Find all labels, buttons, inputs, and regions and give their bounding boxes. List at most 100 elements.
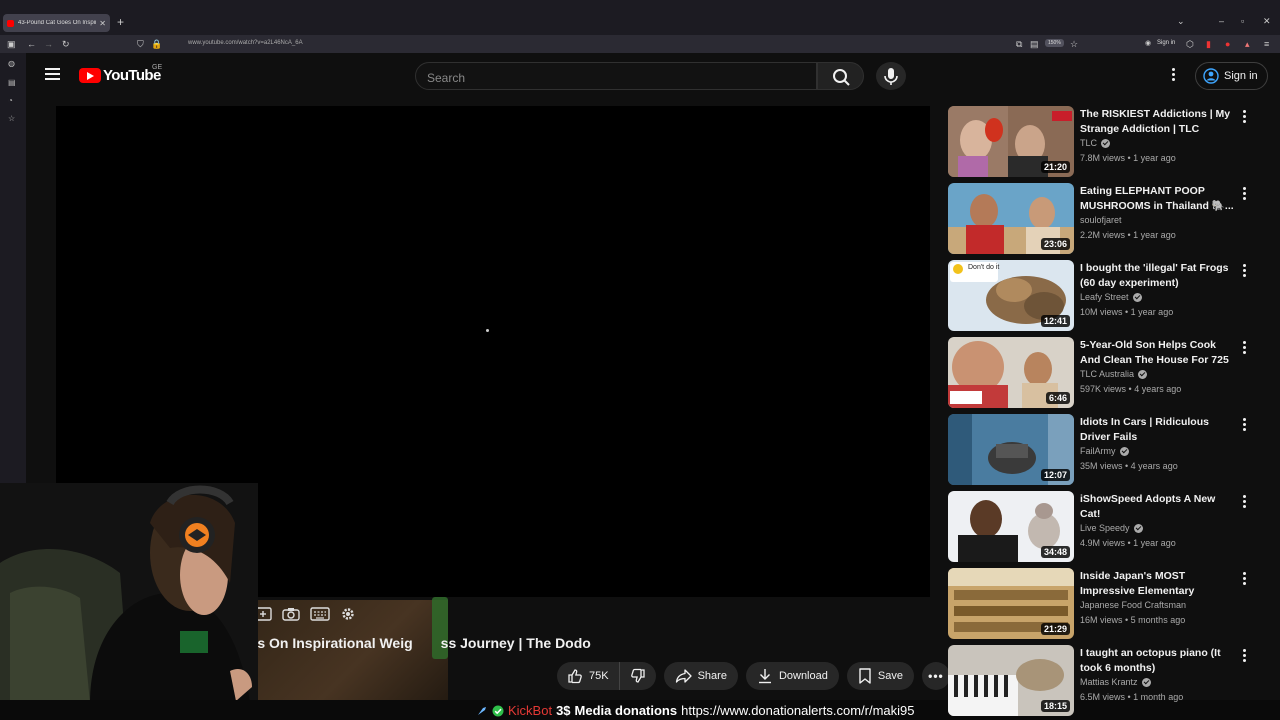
more-options-icon[interactable] [1241,495,1247,509]
upload-age: 1 year ago [1133,153,1176,163]
video-thumbnail[interactable]: 18:15 [948,645,1074,716]
webcam-image [0,483,258,703]
related-video-card[interactable]: 18:15 I taught an octopus piano (It took… [948,645,1258,717]
close-window-icon[interactable]: ✕ [1263,16,1271,27]
video-title[interactable]: Inside Japan's MOST Impressive Elementar… [1080,569,1236,599]
video-title[interactable]: I taught an octopus piano (It took 6 mon… [1080,646,1236,676]
video-thumbnail[interactable]: 21:20 [948,106,1074,177]
bookmarks-icon[interactable]: ☆ [8,114,15,123]
tab-list-icon[interactable]: ⌄ [1177,16,1185,27]
more-options-icon[interactable] [1241,110,1247,124]
related-video-card[interactable]: 23:06 Eating ELEPHANT POOP MUSHROOMS in … [948,183,1258,255]
channel-name[interactable]: Leafy Street [1080,292,1142,302]
like-button[interactable]: 75K [557,662,620,690]
related-video-card[interactable]: 21:20 The RISKIEST Addictions | My Stran… [948,106,1258,178]
browser-menu-icon[interactable]: ≡ [1264,38,1269,50]
channel-name[interactable]: TLC [1080,138,1111,148]
more-options-icon[interactable] [1241,264,1247,278]
check-badge-icon [492,705,504,716]
more-options-icon[interactable] [1241,341,1247,355]
video-title[interactable]: Idiots In Cars | Ridiculous Driver Fails [1080,415,1236,445]
browser-tab[interactable]: 43-Pound Cat Goes On Inspira ✕ [3,14,110,32]
zoom-level[interactable]: 150% [1045,39,1064,47]
pip-icon[interactable]: ⧉ [1016,38,1022,50]
video-thumbnail[interactable]: 12:07 [948,414,1074,485]
video-title[interactable]: The RISKIEST Addictions | My Strange Add… [1080,107,1236,137]
thumbs-down-icon [630,668,645,683]
video-thumbnail[interactable]: Don't do it 12:41 [948,260,1074,331]
guide-menu-icon[interactable] [45,68,60,80]
search-input[interactable] [427,71,797,85]
more-options-icon[interactable] [1241,572,1247,586]
video-thumbnail[interactable]: 23:06 [948,183,1074,254]
share-button[interactable]: Share [663,662,738,690]
channel-name[interactable]: FailArmy [1080,446,1129,456]
channel-name[interactable]: soulofjaret [1080,215,1122,225]
video-title[interactable]: iShowSpeed Adopts A New Cat! [1080,492,1236,522]
channel-name[interactable]: TLC Australia [1080,369,1148,379]
video-meta: 35M views • 4 years ago [1080,461,1178,471]
rocket-icon [478,706,486,715]
forward-icon[interactable]: → [44,38,53,50]
back-icon[interactable]: ← [27,38,36,50]
channel-name[interactable]: Live Speedy [1080,523,1143,533]
extension-red-icon[interactable]: ▮ [1206,38,1211,50]
close-tab-icon[interactable]: ✕ [99,19,106,28]
video-thumbnail[interactable]: 34:48 [948,491,1074,562]
related-video-card[interactable]: 12:07 Idiots In Cars | Ridiculous Driver… [948,414,1258,486]
video-duration: 23:06 [1040,238,1070,250]
history-icon[interactable]: ◔ [8,96,13,105]
related-video-card[interactable]: 6:46 5-Year-Old Son Helps Cook And Clean… [948,337,1258,409]
more-options-icon[interactable] [1241,187,1247,201]
like-dislike-group: 75K [557,662,656,690]
minimize-icon[interactable]: – [1219,16,1224,26]
related-video-card[interactable]: 34:48 iShowSpeed Adopts A New Cat! Live … [948,491,1258,563]
voice-search-button[interactable] [876,62,906,90]
more-options-icon[interactable] [1241,649,1247,663]
tabs-icon[interactable]: ▤ [8,78,16,87]
gear-icon[interactable] [340,606,356,622]
related-video-card[interactable]: 21:29 Inside Japan's MOST Impressive Ele… [948,568,1258,640]
youtube-logo[interactable]: YouTube GE [79,64,162,84]
reload-icon[interactable]: ↻ [62,38,70,50]
lock-icon: 🔒 [151,39,163,49]
more-options-icon[interactable] [1241,418,1247,432]
screenshot-camera-icon[interactable] [282,606,300,622]
save-button[interactable]: Save [846,662,914,690]
shield-icon[interactable]: ⛉ [137,38,144,50]
dislike-button[interactable] [620,662,656,690]
maximize-icon[interactable]: ▫ [1241,16,1244,26]
channel-name[interactable]: Japanese Food Craftsman [1080,600,1186,610]
donation-link[interactable]: https://www.donationalerts.com/r/maki95 [681,703,914,718]
video-thumbnail[interactable]: 6:46 [948,337,1074,408]
view-count: 597K views [1080,384,1127,394]
new-tab-icon[interactable]: + [117,15,124,29]
settings-more-icon[interactable] [1169,68,1177,83]
channel-name[interactable]: Mattias Krantz [1080,677,1151,687]
extensions-icon[interactable]: ⬡ [1186,38,1194,50]
video-title[interactable]: I bought the 'illegal' Fat Frogs (60 day… [1080,261,1236,291]
video-title[interactable]: Eating ELEPHANT POOP MUSHROOMS in Thaila… [1080,184,1236,214]
video-title[interactable]: 5-Year-Old Son Helps Cook And Clean The … [1080,338,1236,368]
account-icon[interactable]: ◉ [1145,38,1151,50]
extension-icon[interactable]: ▴ [1245,38,1250,50]
upload-age: 1 month ago [1133,692,1184,702]
more-actions-button[interactable]: ••• [921,662,950,690]
sign-in-button[interactable]: Sign in [1195,62,1268,90]
bookmark-star-icon[interactable]: ☆ [1070,38,1078,50]
related-video-card[interactable]: Don't do it 12:41 I bought the 'illegal'… [948,260,1258,332]
video-meta: 6.5M views • 1 month ago [1080,692,1184,702]
address-bar[interactable]: www.youtube.com/watch?v=a2L46NcA_6A [188,40,303,46]
keyboard-icon[interactable] [310,606,330,622]
reader-icon[interactable]: ▤ [1030,38,1039,50]
donation-amount: 3$ [556,703,571,718]
donation-label: Media donations [574,703,678,718]
extension-record-icon[interactable]: ● [1225,38,1230,50]
sidebar-toggle-icon[interactable]: ▣ [7,38,16,50]
download-button[interactable]: Download [745,662,839,690]
view-count: 7.8M views [1080,153,1126,163]
video-thumbnail[interactable]: 21:29 [948,568,1074,639]
browser-sign-in[interactable]: Sign in [1157,40,1175,46]
search-button[interactable] [817,62,864,90]
ai-chat-icon[interactable]: ◍ [8,59,15,68]
